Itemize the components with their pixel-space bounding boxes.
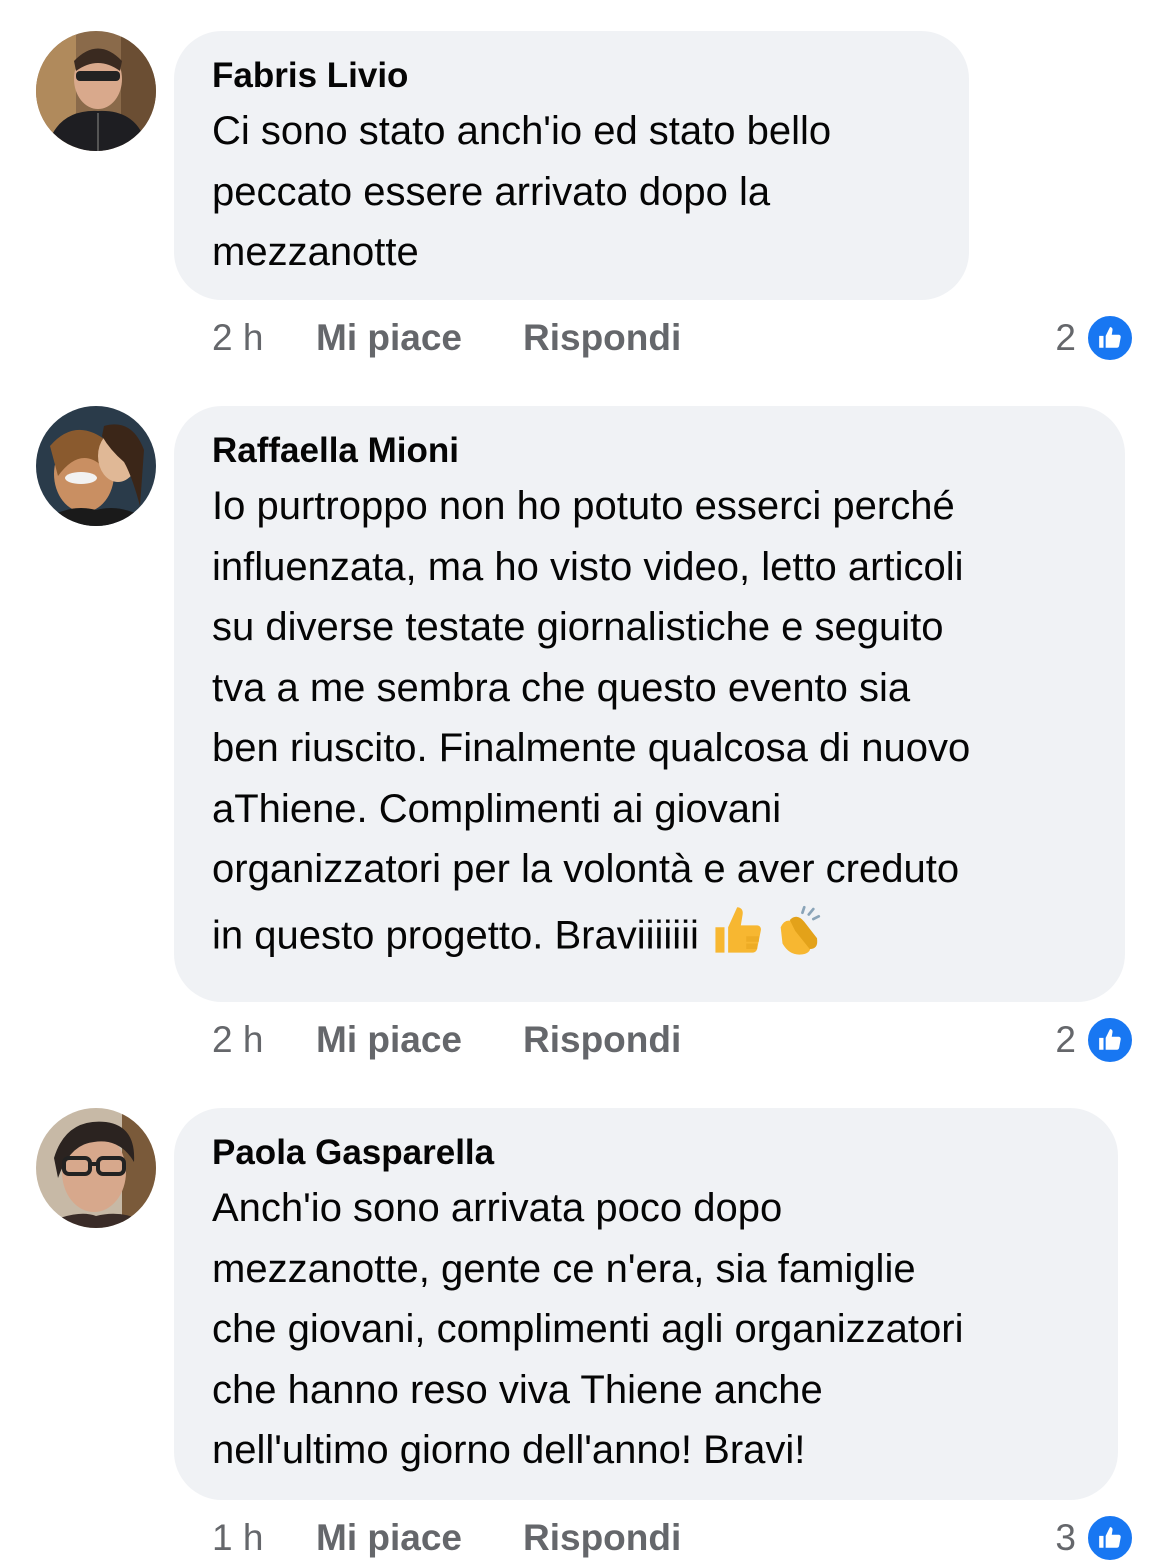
comment-text: Anch'io sono arrivata poco dopo mezzanot…: [212, 1186, 964, 1472]
avatar[interactable]: [36, 1108, 156, 1228]
reply-button[interactable]: Rispondi: [523, 316, 681, 360]
comment-author[interactable]: Raffaella Mioni: [212, 428, 1087, 474]
reaction-count: 2: [1055, 1019, 1076, 1060]
avatar[interactable]: [36, 31, 156, 151]
thumbs-up-icon: [1086, 1514, 1134, 1562]
comment-author[interactable]: Paola Gasparella: [212, 1130, 1080, 1176]
reaction-summary[interactable]: 2: [1055, 1016, 1134, 1064]
clapping-hands-icon: [768, 900, 826, 976]
comment-text: Ci sono stato anch'io ed stato bello pec…: [212, 109, 832, 274]
comment-bubble: Raffaella Mioni Io purtroppo non ho potu…: [174, 406, 1125, 1002]
comment-time[interactable]: 1 h: [212, 1516, 316, 1560]
reply-button[interactable]: Rispondi: [523, 1018, 681, 1062]
comment-actions: 1 h Mi piace Rispondi: [212, 1516, 681, 1560]
reaction-count: 2: [1055, 317, 1076, 358]
comment-bubble: Fabris Livio Ci sono stato anch'io ed st…: [174, 31, 969, 300]
thumbs-up-icon: [710, 900, 768, 976]
reaction-count: 3: [1055, 1517, 1076, 1558]
like-button[interactable]: Mi piace: [316, 1516, 523, 1560]
comment-author[interactable]: Fabris Livio: [212, 53, 931, 99]
thumbs-up-icon: [1086, 314, 1134, 362]
reaction-summary[interactable]: 3: [1055, 1514, 1134, 1562]
comment-text-body: Io purtroppo non ho potuto esserci perch…: [212, 484, 971, 957]
comment-time[interactable]: 2 h: [212, 1018, 316, 1062]
comment-text: Io purtroppo non ho potuto esserci perch…: [212, 476, 1087, 975]
reply-button[interactable]: Rispondi: [523, 1516, 681, 1560]
like-button[interactable]: Mi piace: [316, 316, 523, 360]
reaction-summary[interactable]: 2: [1055, 314, 1134, 362]
comment-bubble: Paola Gasparella Anch'io sono arrivata p…: [174, 1108, 1118, 1500]
thumbs-up-icon: [1086, 1016, 1134, 1064]
like-button[interactable]: Mi piace: [316, 1018, 523, 1062]
comment-time[interactable]: 2 h: [212, 316, 316, 360]
avatar[interactable]: [36, 406, 156, 526]
comment-actions: 2 h Mi piace Rispondi: [212, 1018, 681, 1062]
comment-actions: 2 h Mi piace Rispondi: [212, 316, 681, 360]
